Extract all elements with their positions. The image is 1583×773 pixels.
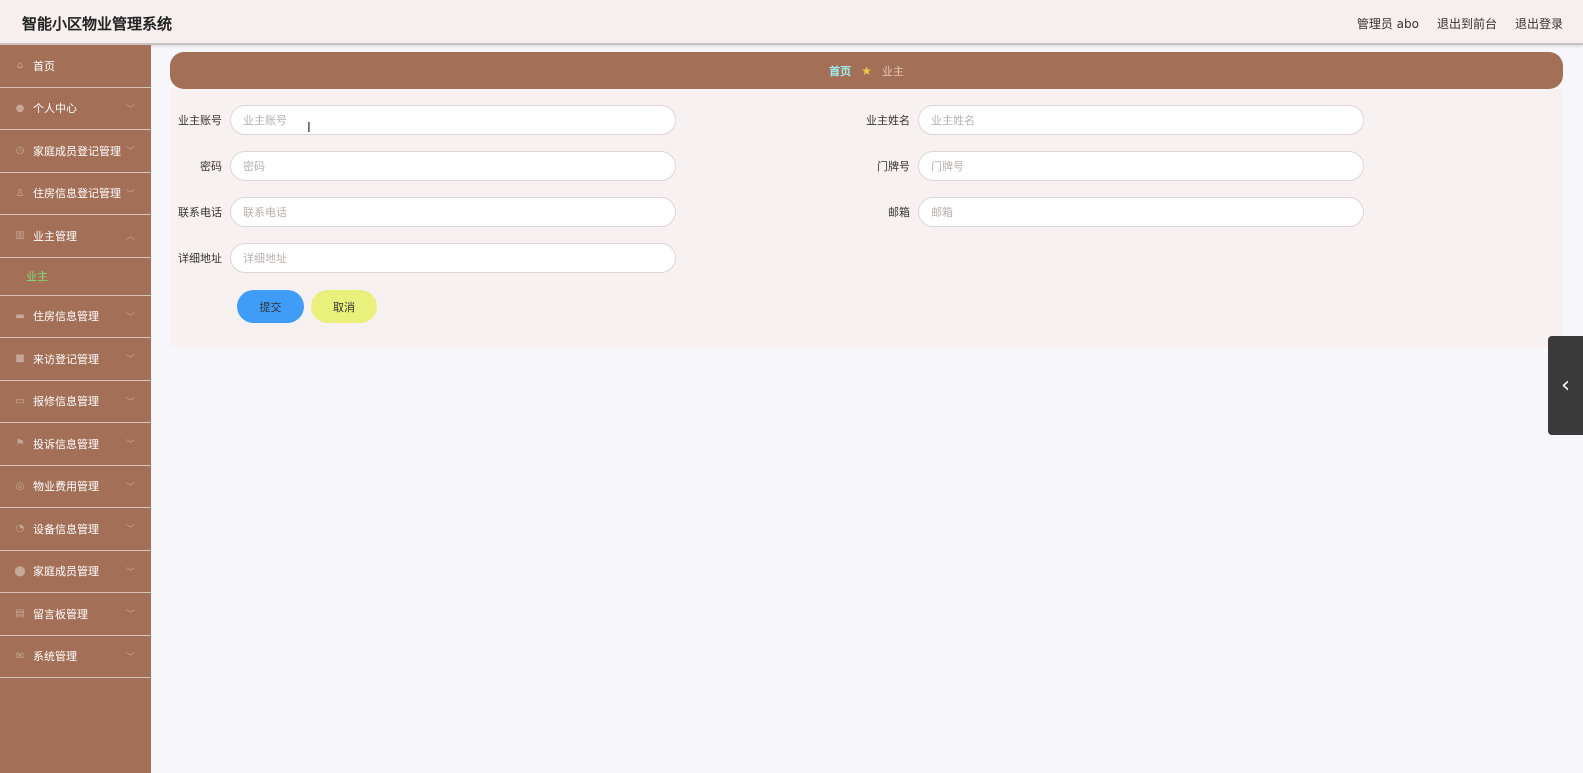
location-icon: ⬤ [14, 565, 26, 577]
sidebar-item-label: 设备信息管理 [33, 522, 99, 536]
door-field: 门牌号 [858, 151, 1364, 181]
exit-to-front-link[interactable]: 退出到前台 [1437, 15, 1497, 32]
password-input[interactable] [230, 151, 676, 181]
gauge-icon: ◔ [15, 523, 25, 535]
address-label: 详细地址 [178, 252, 222, 265]
text-cursor-icon: I [307, 121, 311, 136]
chevron-left-icon: ‹ [1561, 373, 1570, 398]
sidebar-item-equipment-management[interactable]: ◔ 设备信息管理 ﹀ [0, 508, 151, 551]
breadcrumb: 首页 ★ 业主 [170, 52, 1563, 89]
chevron-down-icon: ﹀ [125, 104, 135, 115]
sidebar-item-message-board[interactable]: ▤ 留言板管理 ﹀ [0, 593, 151, 636]
email-label: 邮箱 [888, 206, 910, 219]
phone-field: 联系电话 [170, 197, 676, 227]
chevron-down-icon: ﹀ [125, 189, 135, 200]
square-icon: ■ [15, 353, 25, 365]
cancel-button[interactable]: 取消 [311, 290, 377, 323]
email-field: 邮箱 [858, 197, 1364, 227]
globe-icon: ◎ [15, 480, 25, 492]
sidebar-item-label: 物业费用管理 [33, 480, 99, 494]
sidebar-item-label: 家庭成员管理 [33, 565, 99, 579]
chevron-down-icon: ﹀ [125, 482, 135, 493]
sidebar-item-label: 来访登记管理 [33, 352, 99, 366]
sidebar-item-label: 家庭成员登记管理 [33, 144, 121, 158]
header-actions: 管理员 abo 退出到前台 退出登录 [1357, 15, 1563, 32]
phone-input[interactable] [230, 197, 676, 227]
phone-label: 联系电话 [178, 206, 222, 219]
app-title: 智能小区物业管理系统 [22, 15, 173, 33]
user-icon: ● [15, 102, 25, 114]
email-input[interactable] [918, 197, 1364, 227]
address-field: 详细地址 [170, 243, 676, 273]
name-input[interactable] [918, 105, 1364, 135]
sidebar-item-label: 报修信息管理 [33, 395, 99, 409]
sidebar-item-label: 留言板管理 [33, 607, 88, 621]
sidebar-item-personal-center[interactable]: ● 个人中心 ﹀ [0, 88, 151, 130]
sidebar-item-housing-management[interactable]: ▬ 住房信息管理 ﹀ [0, 296, 151, 338]
sidebar-item-fee-management[interactable]: ◎ 物业费用管理 ﹀ [0, 466, 151, 508]
sidebar-item-label: 住房信息管理 [33, 310, 99, 324]
sidebar-item-label: 住房信息登记管理 [33, 187, 121, 201]
top-header: 智能小区物业管理系统 管理员 abo 退出到前台 退出登录 [0, 0, 1583, 45]
sidebar-item-label: 个人中心 [33, 102, 77, 116]
logout-link[interactable]: 退出登录 [1515, 15, 1563, 32]
document-icon: ▤ [15, 608, 25, 620]
flag-icon: ⚑ [15, 438, 25, 450]
account-field: 业主账号 [170, 105, 676, 135]
mail-icon: ✉ [15, 650, 25, 662]
sidebar: ⌂ 首页 ● 个人中心 ﹀ ◷ 家庭成员登记管理 ﹀ ♙ 住房信息登记管理 ﹀ … [0, 45, 151, 773]
side-panel-toggle[interactable]: ‹ [1548, 336, 1583, 435]
sidebar-item-owner-management[interactable]: ▥ 业主管理 ︿ [0, 215, 151, 258]
submit-button[interactable]: 提交 [237, 290, 304, 323]
breadcrumb-home[interactable]: 首页 [829, 63, 851, 79]
sidebar-item-system-management[interactable]: ✉ 系统管理 ﹀ [0, 636, 151, 678]
owner-form: 业主账号 业主姓名 密码 门牌号 联系电话 邮箱 详细地址 提交 取消 [170, 89, 1563, 347]
chevron-down-icon: ﹀ [125, 440, 135, 450]
sidebar-subitem-label: 业主 [26, 270, 48, 283]
chevron-down-icon: ﹀ [125, 312, 135, 323]
person-outline-icon: ♙ [15, 187, 25, 199]
sidebar-item-label: 投诉信息管理 [33, 437, 99, 451]
sidebar-item-repair-management[interactable]: ▭ 报修信息管理 ﹀ [0, 381, 151, 423]
sidebar-subitem-owner[interactable]: 业主 [0, 258, 151, 296]
chevron-up-icon: ︿ [125, 232, 135, 242]
sidebar-item-label: 系统管理 [33, 650, 77, 664]
clock-icon: ◷ [15, 145, 25, 157]
sidebar-item-label: 首页 [33, 59, 55, 73]
sidebar-item-housing-register[interactable]: ♙ 住房信息登记管理 ﹀ [0, 173, 151, 215]
chevron-down-icon: ﹀ [125, 610, 135, 620]
ticket-icon: ▭ [15, 395, 25, 407]
chevron-down-icon: ﹀ [125, 567, 135, 578]
briefcase-icon: ▬ [15, 310, 25, 322]
address-input[interactable] [230, 243, 676, 273]
current-user[interactable]: 管理员 abo [1357, 15, 1419, 32]
sidebar-item-complaint-management[interactable]: ⚑ 投诉信息管理 ﹀ [0, 423, 151, 466]
breadcrumb-current: 业主 [881, 64, 904, 78]
sidebar-item-label: 业主管理 [33, 229, 77, 243]
chevron-down-icon: ﹀ [125, 147, 135, 157]
name-field: 业主姓名 [858, 105, 1364, 135]
chevron-down-icon: ﹀ [125, 355, 135, 365]
sidebar-item-visitor-management[interactable]: ■ 来访登记管理 ﹀ [0, 338, 151, 381]
sidebar-item-family-management[interactable]: ⬤ 家庭成员管理 ﹀ [0, 551, 151, 593]
password-label: 密码 [200, 160, 222, 173]
chevron-down-icon: ﹀ [125, 397, 135, 408]
account-input[interactable] [230, 105, 676, 135]
password-field: 密码 [170, 151, 676, 181]
sidebar-item-family-register[interactable]: ◷ 家庭成员登记管理 ﹀ [0, 130, 151, 173]
star-icon: ★ [861, 63, 872, 78]
chevron-down-icon: ﹀ [125, 525, 135, 535]
account-label: 业主账号 [178, 114, 222, 127]
home-icon: ⌂ [16, 60, 24, 72]
name-label: 业主姓名 [866, 114, 910, 127]
sidebar-item-home[interactable]: ⌂ 首页 [0, 45, 151, 88]
door-input[interactable] [918, 151, 1364, 181]
chevron-down-icon: ﹀ [125, 652, 135, 663]
chart-icon: ▥ [15, 230, 25, 242]
door-label: 门牌号 [877, 160, 910, 173]
